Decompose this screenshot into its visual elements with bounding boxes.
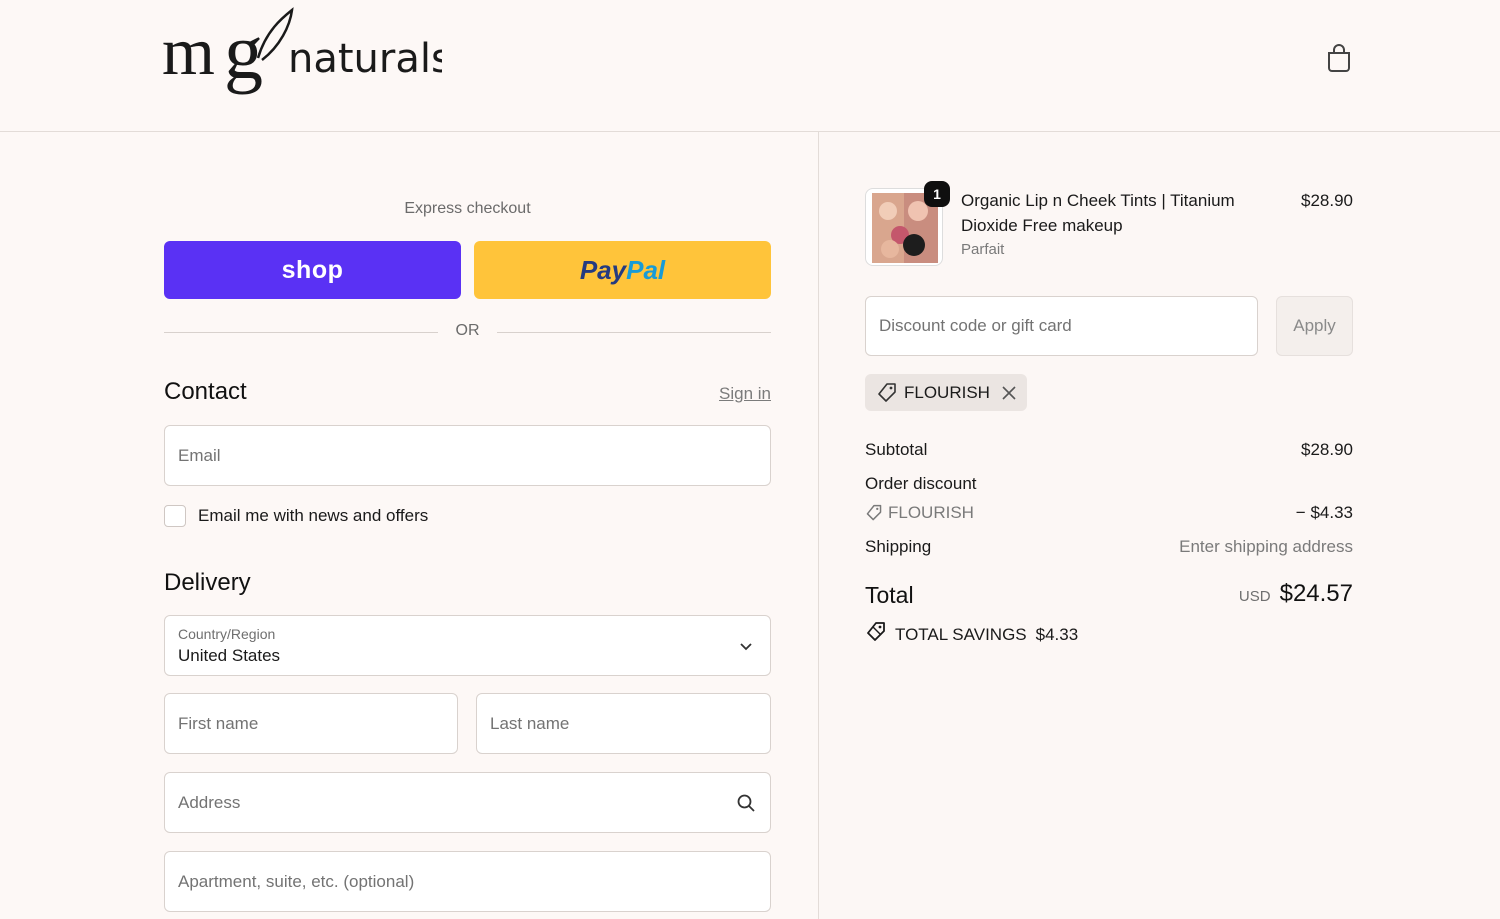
subtotal-value: $28.90 — [1301, 440, 1353, 459]
quantity-badge: 1 — [924, 181, 950, 207]
paypal-label-pay: Pay — [579, 254, 627, 285]
newsletter-label: Email me with news and offers — [198, 506, 429, 525]
paypal-label-pal: Pal — [626, 254, 666, 285]
total-value: $24.57 — [1279, 580, 1353, 607]
brand-logo[interactable]: m g naturals — [162, 6, 452, 110]
newsletter-option[interactable]: Email me with news and offers — [164, 504, 428, 528]
total-savings-row: TOTAL SAVINGS $4.33 — [865, 621, 1078, 648]
address-field[interactable]: Address — [164, 772, 771, 833]
svg-text:naturals: naturals — [288, 36, 442, 82]
total-amount: USD $24.57 — [1239, 580, 1353, 608]
paypal-button[interactable]: Pay Pal — [474, 241, 771, 299]
product-price: $28.90 — [1301, 191, 1353, 210]
apartment-placeholder: Apartment, suite, etc. (optional) — [178, 871, 415, 891]
discount-code-field[interactable]: Discount code or gift card — [865, 296, 1258, 356]
shopping-bag-icon[interactable] — [1324, 42, 1354, 74]
last-name-placeholder: Last name — [490, 713, 570, 733]
divider-line — [497, 332, 771, 333]
or-text: OR — [455, 322, 480, 339]
tag-icon — [876, 382, 898, 404]
tag-icon — [866, 504, 882, 521]
discount-code-line: FLOURISH — [865, 503, 974, 523]
first-name-field[interactable]: First name — [164, 693, 458, 754]
delivery-heading: Delivery — [164, 569, 251, 596]
total-currency: USD — [1238, 588, 1271, 605]
order-discount-label: Order discount — [865, 474, 977, 493]
savings-value: $4.33 — [1035, 624, 1079, 644]
column-divider — [818, 132, 819, 919]
discount-code-label: FLOURISH — [888, 503, 974, 522]
or-divider: OR — [164, 322, 771, 342]
site-header: m g naturals — [0, 0, 1500, 132]
svg-text:m: m — [162, 13, 215, 89]
first-name-placeholder: First name — [178, 713, 259, 733]
apply-discount-button[interactable]: Apply — [1276, 296, 1353, 356]
chevron-down-icon — [736, 636, 756, 656]
country-value: United States — [178, 646, 281, 665]
savings-tag-icon — [865, 621, 887, 648]
discount-detail-row: FLOURISH − $4.33 — [865, 503, 1353, 527]
discount-value: − $4.33 — [1295, 503, 1353, 522]
shipping-value: Enter shipping address — [1179, 537, 1353, 556]
total-label: Total — [865, 582, 914, 608]
shop-pay-button[interactable]: shop — [164, 241, 461, 299]
email-placeholder: Email — [178, 445, 221, 465]
savings-label: TOTAL SAVINGS — [895, 624, 1027, 644]
search-icon[interactable] — [736, 793, 756, 813]
express-checkout-label: Express checkout — [404, 200, 531, 217]
apartment-field[interactable]: Apartment, suite, etc. (optional) — [164, 851, 771, 912]
applied-discount-chip: FLOURISH — [865, 374, 1027, 411]
order-discount-row: Order discount — [865, 474, 1353, 494]
last-name-field[interactable]: Last name — [476, 693, 771, 754]
sign-in-link[interactable]: Sign in — [690, 384, 771, 404]
subtotal-label: Subtotal — [865, 440, 928, 459]
shipping-row: Shipping Enter shipping address — [865, 537, 1353, 557]
divider-line — [164, 332, 438, 333]
newsletter-checkbox[interactable] — [164, 505, 186, 527]
applied-discount-code: FLOURISH — [904, 382, 990, 402]
address-placeholder: Address — [178, 792, 241, 812]
email-field[interactable]: Email — [164, 425, 771, 486]
subtotal-row: Subtotal $28.90 — [865, 440, 1353, 460]
country-label: Country/Region — [178, 626, 276, 642]
product-variant: Parfait — [961, 241, 1005, 258]
discount-placeholder: Discount code or gift card — [879, 316, 1072, 335]
country-select[interactable]: Country/Region United States — [164, 615, 771, 676]
contact-heading: Contact — [164, 378, 247, 405]
shipping-label: Shipping — [865, 537, 932, 556]
shop-pay-label: shop — [281, 255, 344, 284]
remove-discount-icon[interactable] — [1000, 384, 1018, 402]
svg-text:g: g — [224, 8, 263, 95]
product-title: Organic Lip n Cheek Tints | Titanium Dio… — [961, 191, 1235, 235]
